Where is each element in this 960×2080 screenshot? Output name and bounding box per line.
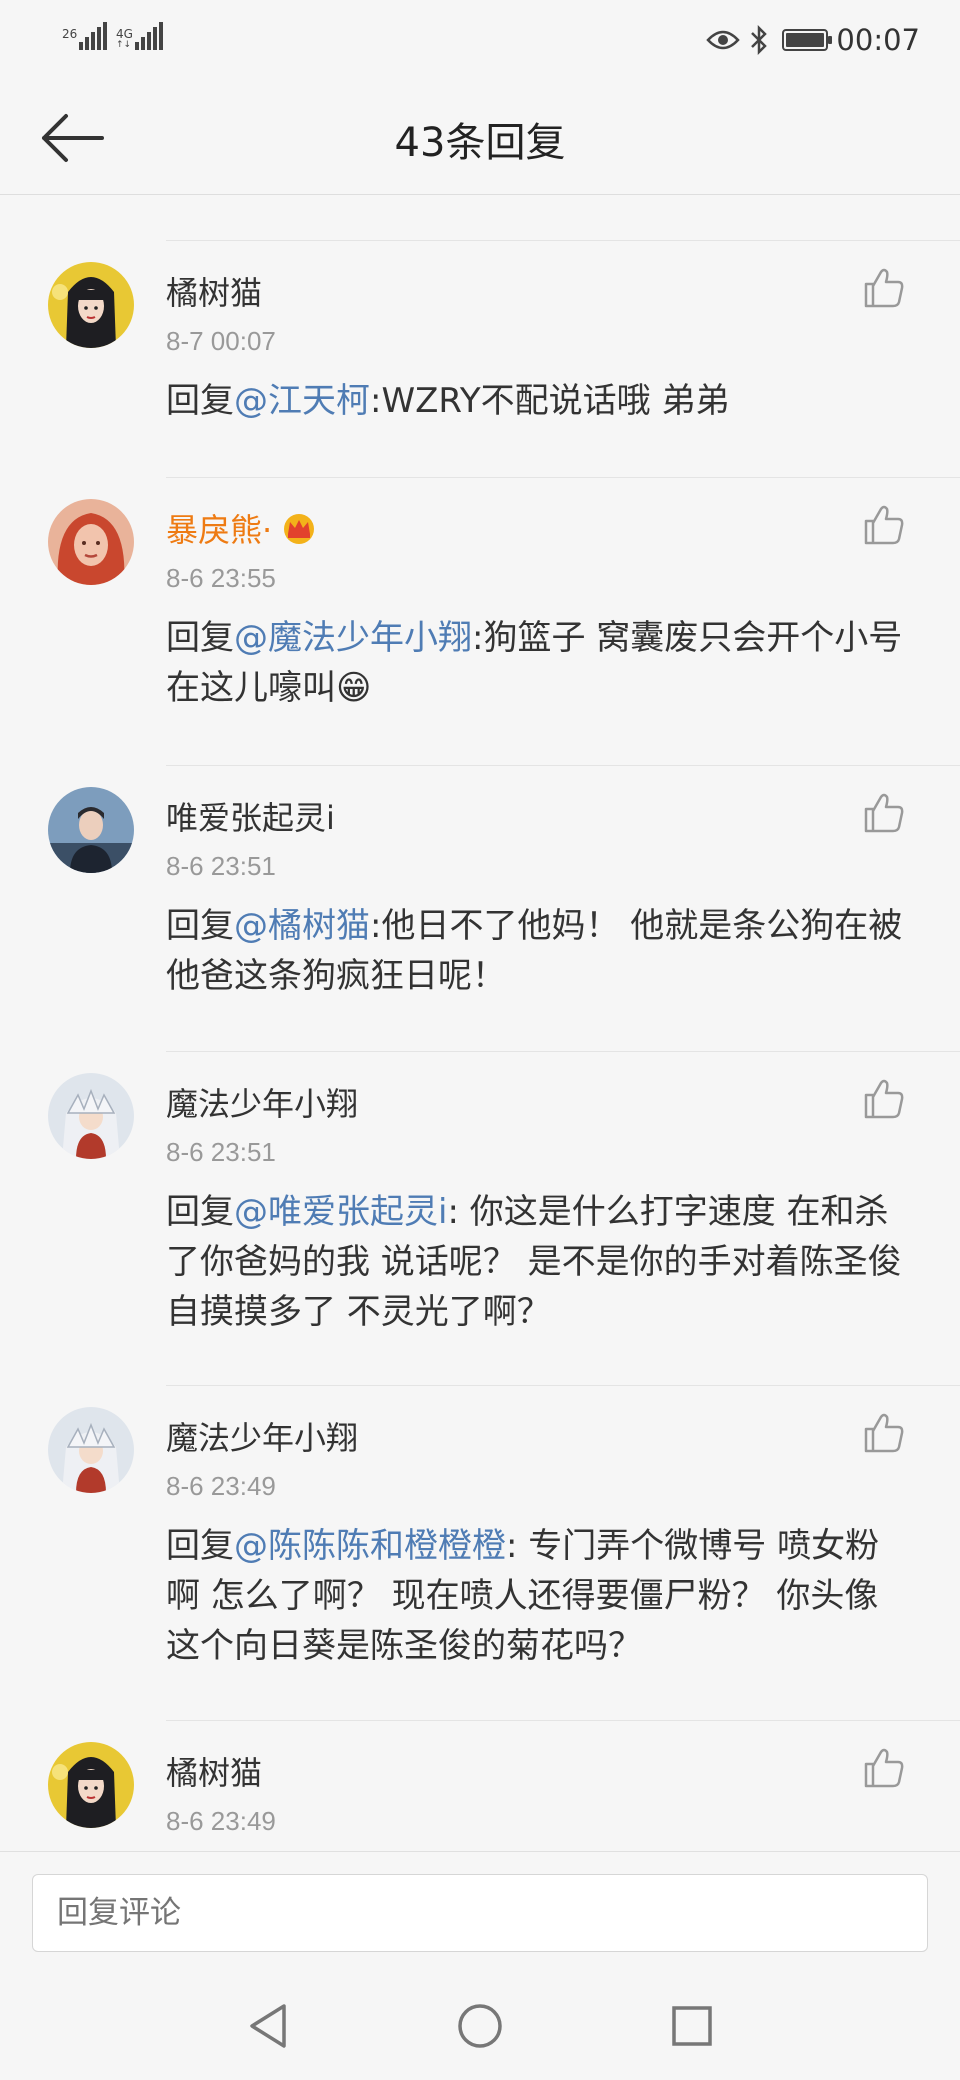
comment-item: 橘树猫 8-6 23:49 bbox=[0, 1720, 960, 1868]
comment-list: 橘树猫 8-7 00:07 回复@江天柯:WZRY不配说话哦 弟弟 暴戾熊· 8… bbox=[0, 240, 960, 1868]
sim1-signal-icon: 26 bbox=[62, 22, 109, 50]
comment-body: 回复@唯爱张起灵i: 你这是什么打字速度 在和杀了你爸妈的我 说话呢？ 是不是你… bbox=[166, 1187, 906, 1337]
divider bbox=[166, 1385, 960, 1386]
mention-link[interactable]: @魔法少年小翔 bbox=[234, 618, 472, 658]
comment-body: 回复@橘树猫:他日不了他妈！ 他就是条公狗在被他爸这条狗疯狂日呢！ bbox=[166, 901, 906, 1001]
comment-body: 回复@陈陈陈和橙橙橙: 专门弄个微博号 喷女粉啊 怎么了啊？ 现在喷人还得要僵尸… bbox=[166, 1521, 906, 1671]
username[interactable]: 暴戾熊· bbox=[166, 505, 318, 551]
reply-prefix: 回复 bbox=[166, 381, 234, 421]
comment-item: 魔法少年小翔 8-6 23:49 回复@陈陈陈和橙橙橙: 专门弄个微博号 喷女粉… bbox=[0, 1385, 960, 1720]
avatar[interactable] bbox=[48, 1073, 134, 1159]
username-text: 唯爱张起灵i bbox=[166, 799, 335, 837]
navigation-bar bbox=[0, 1972, 960, 2080]
comment-body: 回复@江天柯:WZRY不配说话哦 弟弟 bbox=[166, 376, 906, 426]
reply-prefix: 回复 bbox=[166, 618, 234, 658]
comment-time: 8-6 23:51 bbox=[166, 851, 276, 881]
username[interactable]: 魔法少年小翔 bbox=[166, 1413, 358, 1459]
username[interactable]: 橘树猫 bbox=[166, 1748, 262, 1794]
reply-prefix: 回复 bbox=[166, 906, 234, 946]
reply-prefix: 回复 bbox=[166, 1192, 234, 1232]
avatar[interactable] bbox=[48, 787, 134, 873]
comment-item: 暴戾熊· 8-6 23:55 回复@魔法少年小翔:狗篮子 窝囊废只会开个小号在这… bbox=[0, 477, 960, 765]
divider bbox=[166, 240, 960, 241]
nav-back-button[interactable] bbox=[240, 1998, 296, 2054]
bluetooth-icon bbox=[751, 25, 768, 55]
home-circle-icon bbox=[458, 2004, 502, 2048]
mention-link[interactable]: @陈陈陈和橙橙橙 bbox=[234, 1526, 506, 1566]
comment-item: 魔法少年小翔 8-6 23:51 回复@唯爱张起灵i: 你这是什么打字速度 在和… bbox=[0, 1051, 960, 1385]
header: 43条回复 bbox=[0, 80, 960, 195]
thumbs-up-icon[interactable] bbox=[860, 264, 908, 312]
back-triangle-icon bbox=[250, 2004, 286, 2048]
reply-input[interactable] bbox=[32, 1874, 928, 1952]
username[interactable]: 唯爱张起灵i bbox=[166, 793, 335, 839]
divider bbox=[166, 765, 960, 766]
crown-icon bbox=[284, 514, 315, 544]
page-title: 43条回复 bbox=[394, 120, 566, 166]
mention-link[interactable]: @橘树猫 bbox=[234, 906, 370, 946]
username[interactable]: 魔法少年小翔 bbox=[166, 1079, 358, 1125]
comment-item: 唯爱张起灵i 8-6 23:51 回复@橘树猫:他日不了他妈！ 他就是条公狗在被… bbox=[0, 765, 960, 1051]
nav-recents-button[interactable] bbox=[664, 1998, 720, 2054]
thumbs-up-icon[interactable] bbox=[860, 1075, 908, 1123]
username-text: 魔法少年小翔 bbox=[166, 1085, 359, 1123]
mention-link[interactable]: @江天柯 bbox=[234, 381, 370, 421]
divider bbox=[166, 477, 960, 478]
username-text: 橘树猫 bbox=[166, 274, 263, 312]
sim2-signal-icon: 4G ↑↓ bbox=[116, 22, 165, 50]
mention-link[interactable]: @唯爱张起灵i bbox=[234, 1192, 447, 1232]
comment-time: 8-6 23:51 bbox=[166, 1137, 276, 1167]
battery-icon bbox=[782, 29, 833, 51]
thumbs-up-icon[interactable] bbox=[860, 501, 908, 549]
comment-item: 橘树猫 8-7 00:07 回复@江天柯:WZRY不配说话哦 弟弟 bbox=[0, 240, 960, 477]
nav-home-button[interactable] bbox=[452, 1998, 508, 2054]
username[interactable]: 橘树猫 bbox=[166, 268, 262, 314]
username-text: 橘树猫 bbox=[166, 1754, 263, 1792]
thumbs-up-icon[interactable] bbox=[860, 1744, 908, 1792]
status-bar: 26 4G ↑↓ 00:07 bbox=[0, 0, 960, 80]
eye-icon bbox=[706, 30, 741, 50]
reply-prefix: 回复 bbox=[166, 1526, 234, 1566]
recents-square-icon bbox=[672, 2006, 712, 2046]
comment-body: 回复@魔法少年小翔:狗篮子 窝囊废只会开个小号在这儿嚎叫😁 bbox=[166, 613, 906, 713]
comment-time: 8-6 23:49 bbox=[166, 1471, 276, 1501]
divider bbox=[166, 1051, 960, 1052]
status-time: 00:07 bbox=[836, 23, 920, 57]
username-text: 暴戾熊· bbox=[166, 511, 273, 549]
comment-time: 8-6 23:55 bbox=[166, 563, 276, 593]
avatar[interactable] bbox=[48, 1742, 134, 1828]
username-text: 魔法少年小翔 bbox=[166, 1419, 359, 1457]
comment-time: 8-6 23:49 bbox=[166, 1806, 276, 1836]
divider bbox=[166, 1720, 960, 1721]
avatar[interactable] bbox=[48, 262, 134, 348]
thumbs-up-icon[interactable] bbox=[860, 789, 908, 837]
reply-bar bbox=[0, 1851, 960, 1971]
avatar[interactable] bbox=[48, 499, 134, 585]
avatar[interactable] bbox=[48, 1407, 134, 1493]
comment-text: :WZRY不配说话哦 弟弟 bbox=[370, 381, 730, 421]
comment-time: 8-7 00:07 bbox=[166, 326, 276, 356]
thumbs-up-icon[interactable] bbox=[860, 1409, 908, 1457]
